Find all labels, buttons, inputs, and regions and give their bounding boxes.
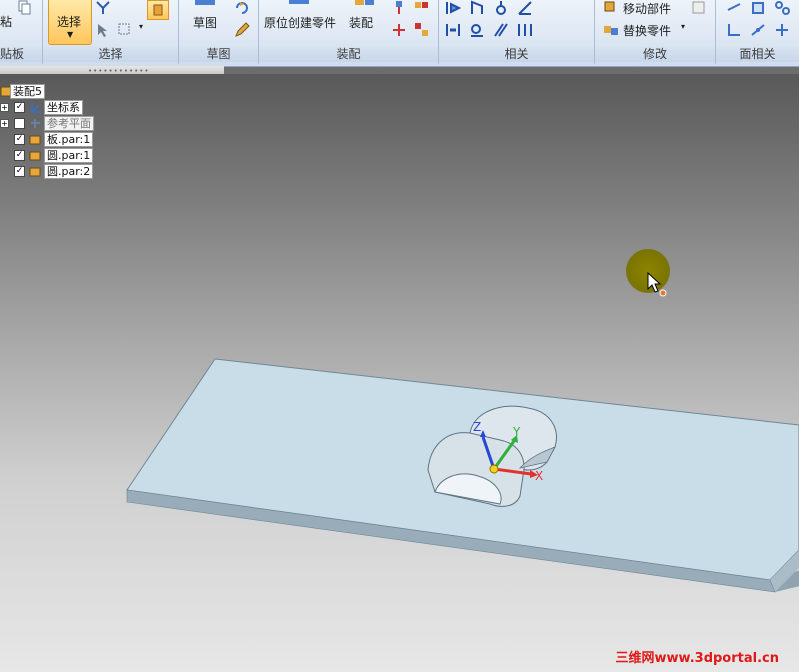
pencil-icon[interactable] bbox=[234, 22, 250, 38]
tree-root-label: 装配5 bbox=[10, 84, 45, 99]
select-tool-active[interactable] bbox=[147, 0, 169, 20]
face-network-icon[interactable] bbox=[774, 0, 790, 16]
expand-icon[interactable]: + bbox=[0, 103, 9, 112]
select-button[interactable]: 选择 ▼ bbox=[48, 0, 92, 45]
part-icon bbox=[29, 135, 41, 145]
reference-plane-icon bbox=[31, 119, 40, 128]
group-modify: 移动部件 替换零件 ▾ 修改 bbox=[595, 0, 716, 64]
group-label-modify: 修改 bbox=[595, 47, 715, 62]
select-more-arrow[interactable]: ▾ bbox=[139, 22, 143, 31]
assemble-button[interactable]: 装配 bbox=[349, 14, 373, 31]
group-select: 选择 ▼ ▾ 选择 bbox=[43, 0, 179, 64]
tree-root[interactable]: 装配5 bbox=[0, 84, 60, 99]
visibility-checkbox[interactable]: ✓ bbox=[14, 102, 25, 113]
explode-component-icon[interactable] bbox=[414, 22, 430, 38]
clipboard-fragment: 粘 bbox=[0, 15, 13, 29]
z-axis-label: Z bbox=[473, 420, 481, 434]
select-button-label: 选择 bbox=[57, 15, 82, 29]
mirror-component-icon[interactable] bbox=[391, 22, 407, 38]
group-assemble: 原位创建零件 装配 装配 bbox=[259, 0, 439, 64]
visibility-checkbox[interactable]: ✓ bbox=[14, 166, 25, 177]
tree-item-label: 圆.par:1 bbox=[44, 148, 94, 163]
move-part-icon bbox=[604, 1, 615, 12]
insert-relation-icon[interactable] bbox=[445, 22, 461, 38]
visibility-checkbox[interactable]: ✓ bbox=[14, 134, 25, 145]
tree-item-label: 板.par:1 bbox=[44, 132, 94, 147]
insert-component-icon[interactable] bbox=[391, 0, 407, 16]
group-sketch: 草图 草图 bbox=[179, 0, 259, 64]
face-rectangle-icon[interactable] bbox=[750, 0, 766, 16]
tangent-icon[interactable] bbox=[469, 22, 485, 38]
tree-item-coordinate-system[interactable]: + ✓ 坐标系 bbox=[0, 100, 120, 115]
coordinate-system-icon bbox=[31, 103, 41, 113]
triad-origin bbox=[489, 464, 499, 474]
group-label-assemble: 装配 bbox=[259, 47, 438, 62]
face-axis-icon[interactable] bbox=[750, 22, 766, 38]
copy-icon[interactable] bbox=[16, 0, 32, 16]
group-label-clipboard: 贴板 bbox=[0, 47, 42, 62]
y-axis-label: Y bbox=[512, 425, 521, 439]
tree-item-label: 圆.par:2 bbox=[44, 164, 94, 179]
sketch-button[interactable]: 草图 bbox=[193, 14, 217, 31]
group-clipboard: 粘 贴板 bbox=[0, 0, 43, 64]
create-in-place-button[interactable]: 原位创建零件 bbox=[264, 14, 336, 31]
x-axis-label: X bbox=[535, 469, 543, 483]
replace-part-button[interactable]: 替换零件 bbox=[623, 22, 671, 39]
parallel-icon[interactable] bbox=[493, 22, 509, 38]
refresh-icon[interactable] bbox=[234, 0, 250, 16]
tree-item-part-plate[interactable]: ✓ 板.par:1 bbox=[0, 132, 110, 147]
tree-item-label: 参考平面 bbox=[44, 116, 94, 131]
pattern-component-icon[interactable] bbox=[414, 0, 430, 16]
select-box-icon[interactable] bbox=[117, 22, 133, 38]
part-properties-icon[interactable] bbox=[691, 0, 707, 16]
3d-scene: Z Y X bbox=[126, 358, 799, 593]
tree-item-part-circle-2[interactable]: ✓ 圆.par:2 bbox=[0, 164, 110, 179]
group-label-relate: 相关 bbox=[439, 47, 594, 62]
group-relate: 相关 bbox=[439, 0, 595, 64]
axial-align-icon[interactable] bbox=[493, 0, 509, 16]
tree-item-part-circle-1[interactable]: ✓ 圆.par:1 bbox=[0, 148, 110, 163]
select-filter-icon[interactable] bbox=[95, 0, 111, 16]
group-label-select: 选择 bbox=[43, 47, 178, 62]
mouse-cursor-icon bbox=[647, 272, 667, 297]
chevron-down-icon: ▼ bbox=[67, 30, 74, 39]
mate-icon[interactable] bbox=[445, 0, 461, 16]
angle-icon[interactable] bbox=[517, 0, 533, 16]
visibility-checkbox[interactable]: ✓ bbox=[14, 150, 25, 161]
selection-tool-icon[interactable] bbox=[95, 22, 111, 38]
group-face: 面相关 bbox=[716, 0, 799, 64]
planar-align-icon[interactable] bbox=[469, 0, 485, 16]
ribbon-toolbar: 粘 贴板 选择 ▼ ▾ 选择 草图 草图 原位创建零件 装配 装配 相关 移动部… bbox=[0, 0, 799, 67]
tree-item-reference-planes[interactable]: + 参考平面 bbox=[0, 116, 130, 131]
visibility-checkbox[interactable] bbox=[14, 118, 25, 129]
3d-viewport[interactable]: Z Y X bbox=[0, 74, 799, 672]
tree-item-label: 坐标系 bbox=[44, 100, 83, 115]
face-offset-icon[interactable] bbox=[726, 0, 742, 16]
watermark: 三维网www.3dportal.cn bbox=[615, 651, 779, 666]
group-label-face: 面相关 bbox=[716, 47, 799, 62]
center-plane-icon[interactable] bbox=[517, 22, 533, 38]
part-select-icon bbox=[153, 4, 163, 16]
replace-part-icon bbox=[604, 26, 618, 35]
part-icon bbox=[29, 151, 41, 161]
replace-part-dropdown[interactable]: ▾ bbox=[681, 22, 685, 31]
expand-icon[interactable]: + bbox=[0, 119, 9, 128]
part-icon bbox=[29, 167, 41, 177]
plus-icon[interactable] bbox=[774, 22, 790, 38]
move-part-button[interactable]: 移动部件 bbox=[623, 0, 671, 17]
group-label-sketch: 草图 bbox=[179, 47, 258, 62]
face-corner-icon[interactable] bbox=[726, 22, 742, 38]
